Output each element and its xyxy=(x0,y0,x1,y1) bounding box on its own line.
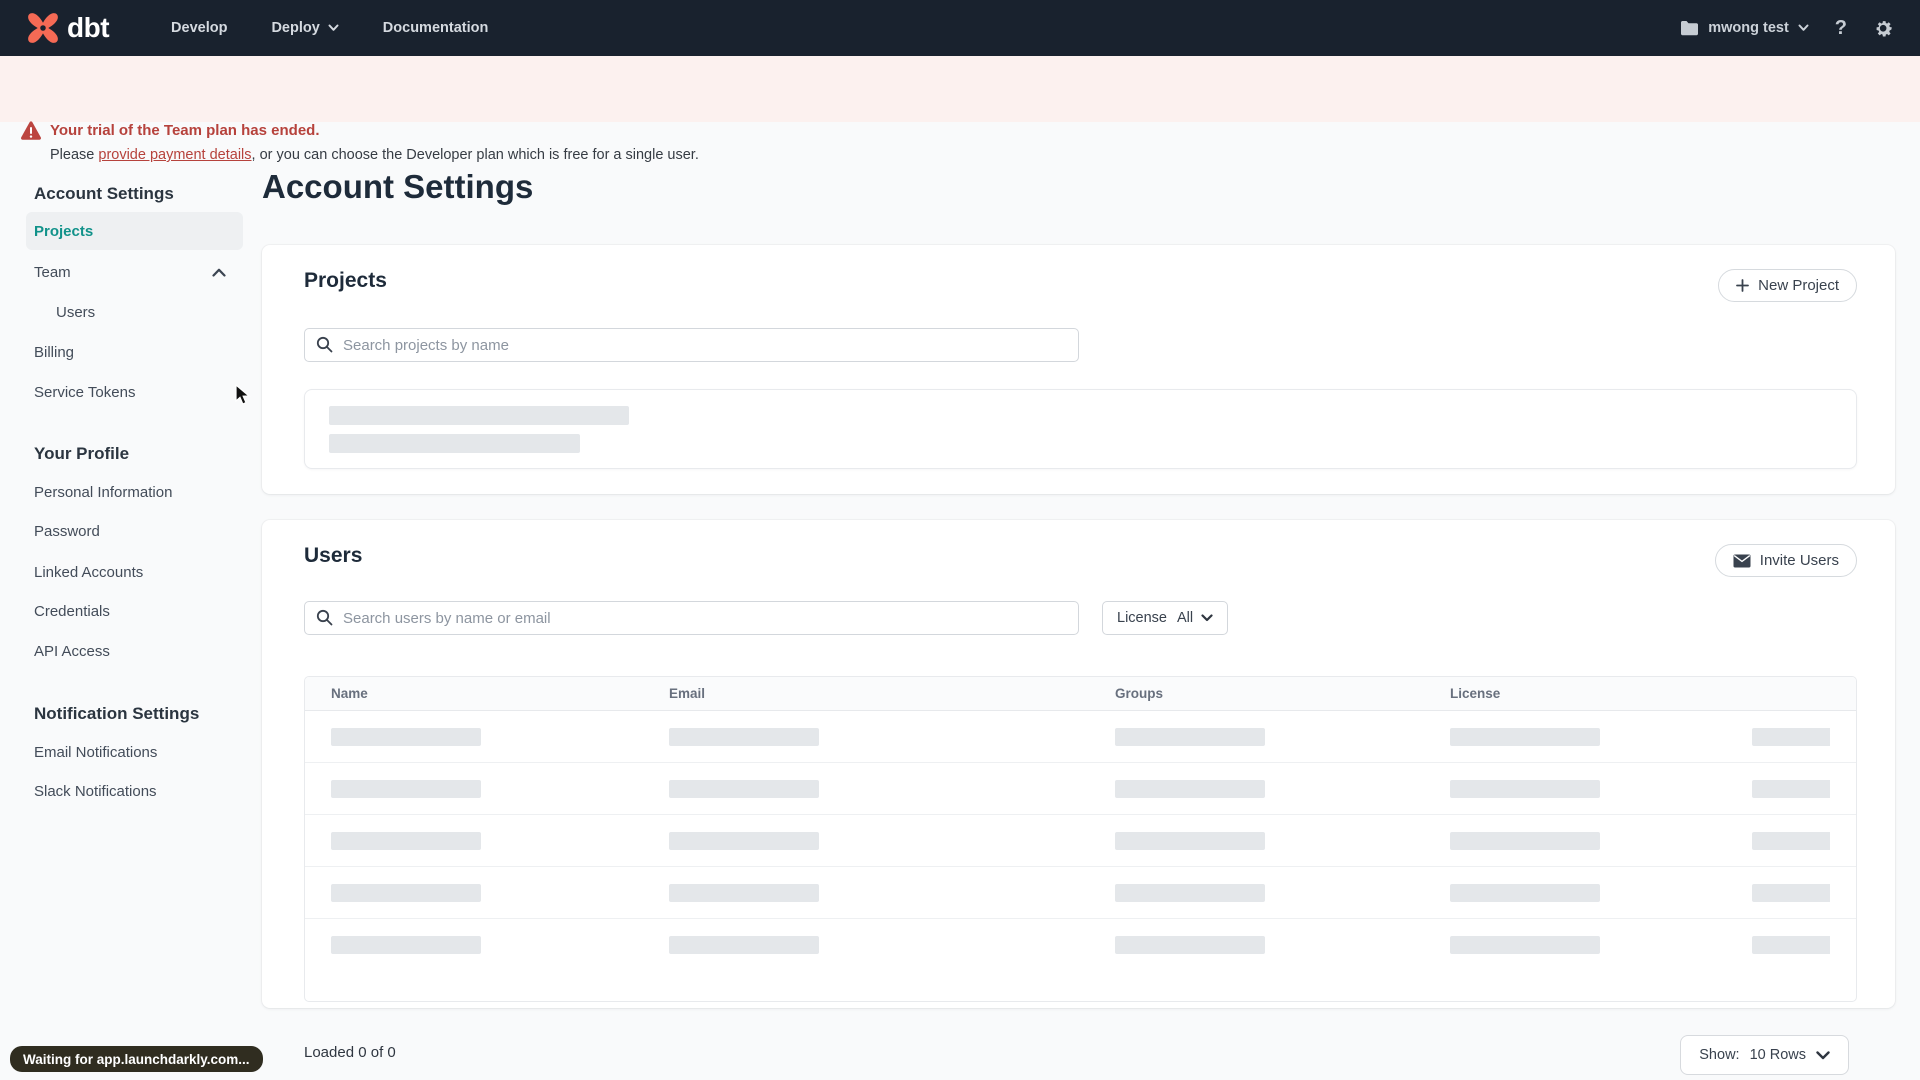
users-search-input[interactable] xyxy=(304,601,1079,635)
sidebar-item-users[interactable]: Users xyxy=(56,304,95,321)
skeleton-bar xyxy=(1450,727,1600,746)
column-header-name: Name xyxy=(331,686,368,701)
skeleton-bar xyxy=(1115,831,1265,850)
users-table: Name Email Groups License xyxy=(304,676,1857,1002)
chevron-down-icon xyxy=(1798,24,1809,31)
column-header-groups: Groups xyxy=(1115,686,1164,701)
settings-sidebar: Account Settings Projects Team Users Bil… xyxy=(0,122,262,1080)
skeleton-bar xyxy=(331,936,481,954)
nav-deploy[interactable]: Deploy xyxy=(271,20,339,36)
sidebar-item-slack-notifications[interactable]: Slack Notifications xyxy=(34,783,157,800)
skeleton-bar xyxy=(1115,936,1265,954)
skeleton-bar xyxy=(1450,936,1600,954)
projects-search xyxy=(304,328,1079,362)
nav-right-cluster: mwong test ? xyxy=(1680,17,1894,40)
top-nav: dbt Develop Deploy Documentation mwong t… xyxy=(0,0,1920,56)
users-search xyxy=(304,601,1079,635)
browser-status-bubble: Waiting for app.launchdarkly.com... xyxy=(10,1046,263,1072)
skeleton-bar xyxy=(1450,883,1600,902)
rows-per-page-value: 10 Rows xyxy=(1749,1047,1806,1063)
account-name: mwong test xyxy=(1708,20,1789,36)
table-row xyxy=(305,711,1856,763)
projects-card: Projects New Project xyxy=(262,245,1895,494)
folder-icon xyxy=(1681,21,1699,36)
skeleton-bar xyxy=(1115,779,1265,798)
help-icon[interactable]: ? xyxy=(1835,17,1847,40)
dbt-logo[interactable]: dbt xyxy=(26,11,110,45)
rows-per-page-dropdown[interactable]: Show: 10 Rows xyxy=(1680,1035,1849,1075)
table-row xyxy=(305,867,1856,919)
skeleton-bar xyxy=(669,936,819,954)
skeleton-bar xyxy=(1752,936,1830,954)
account-switcher[interactable]: mwong test xyxy=(1680,20,1809,36)
skeleton-bar xyxy=(1752,779,1830,798)
plus-icon xyxy=(1736,279,1750,292)
chevron-down-icon xyxy=(1816,1050,1830,1059)
license-filter-value: All xyxy=(1176,610,1194,626)
page-title: Account Settings xyxy=(262,168,534,205)
sidebar-item-email-notifications[interactable]: Email Notifications xyxy=(34,744,157,761)
skeleton-bar xyxy=(1450,831,1600,850)
loaded-count-text: Loaded 0 of 0 xyxy=(304,1044,396,1061)
skeleton-bar xyxy=(669,883,819,902)
nav-documentation[interactable]: Documentation xyxy=(383,20,489,36)
envelope-icon xyxy=(1733,554,1751,567)
sidebar-item-api-access[interactable]: API Access xyxy=(34,643,110,660)
sidebar-heading-account-settings: Account Settings xyxy=(34,184,174,203)
skeleton-bar xyxy=(1115,883,1265,902)
skeleton-bar xyxy=(669,727,819,746)
skeleton-bar xyxy=(331,831,481,850)
table-row xyxy=(305,815,1856,867)
sidebar-item-projects[interactable]: Projects xyxy=(26,212,243,250)
skeleton-bar xyxy=(329,434,580,453)
sidebar-item-linked-accounts[interactable]: Linked Accounts xyxy=(34,564,143,581)
sidebar-heading-your-profile: Your Profile xyxy=(34,444,130,463)
users-table-header: Name Email Groups License xyxy=(305,677,1856,711)
projects-search-input[interactable] xyxy=(304,328,1079,362)
main-menu: Develop Deploy Documentation xyxy=(171,20,488,36)
sidebar-item-personal-information[interactable]: Personal Information xyxy=(34,484,172,501)
table-row xyxy=(305,919,1856,971)
chevron-down-icon xyxy=(1201,614,1213,622)
projects-card-title: Projects xyxy=(304,269,387,292)
users-card-title: Users xyxy=(304,544,363,567)
table-row xyxy=(305,763,1856,815)
sidebar-item-password[interactable]: Password xyxy=(34,523,100,540)
skeleton-bar xyxy=(1752,727,1830,746)
sidebar-item-billing[interactable]: Billing xyxy=(34,344,74,361)
invite-users-button[interactable]: Invite Users xyxy=(1714,544,1857,577)
gear-icon[interactable] xyxy=(1873,18,1894,39)
users-card: Users Invite Users License All Name Emai… xyxy=(262,520,1895,1008)
dbt-logo-icon xyxy=(28,13,58,43)
column-header-license: License xyxy=(1450,686,1501,701)
skeleton-bar xyxy=(331,727,481,746)
skeleton-bar xyxy=(331,779,481,798)
sidebar-item-service-tokens[interactable]: Service Tokens xyxy=(34,384,135,401)
skeleton-bar xyxy=(669,779,819,798)
sidebar-item-team[interactable]: Team xyxy=(34,264,226,281)
skeleton-bar xyxy=(1752,831,1830,850)
skeleton-bar xyxy=(1450,779,1600,798)
dbt-logo-text: dbt xyxy=(67,12,110,43)
skeleton-bar xyxy=(329,406,629,425)
trial-ended-banner: Your trial of the Team plan has ended. P… xyxy=(0,56,1920,163)
project-list-loading-item xyxy=(304,389,1857,469)
chevron-up-icon xyxy=(212,268,226,277)
skeleton-bar xyxy=(1752,883,1830,902)
license-filter-dropdown[interactable]: License All xyxy=(1102,601,1229,635)
skeleton-bar xyxy=(669,831,819,850)
nav-develop[interactable]: Develop xyxy=(171,20,227,36)
sidebar-heading-notification-settings: Notification Settings xyxy=(34,704,200,723)
sidebar-item-credentials[interactable]: Credentials xyxy=(34,603,110,620)
column-header-email: Email xyxy=(669,686,706,701)
chevron-down-icon xyxy=(328,24,339,31)
new-project-button[interactable]: New Project xyxy=(1718,269,1857,302)
skeleton-bar xyxy=(331,883,481,902)
skeleton-bar xyxy=(1115,727,1265,746)
